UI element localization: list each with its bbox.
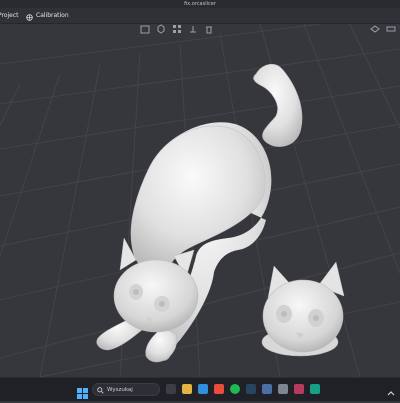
app-icon-1[interactable] <box>262 384 272 394</box>
windows-start-icon[interactable] <box>77 384 88 399</box>
calibration-icon <box>26 12 33 21</box>
orcaslicer-icon[interactable] <box>310 384 320 394</box>
search-icon <box>97 387 104 394</box>
steam-icon[interactable] <box>246 384 256 394</box>
file-explorer-icon[interactable] <box>182 384 192 394</box>
task-view-icon[interactable] <box>166 384 176 394</box>
cat-head-model[interactable] <box>261 261 345 357</box>
3d-viewport[interactable] <box>0 24 400 377</box>
spotify-icon[interactable] <box>230 384 240 394</box>
search-label: Wyszukaj <box>107 387 133 393</box>
menu-project-label: Project <box>0 12 19 19</box>
app-icon-3[interactable] <box>294 384 304 394</box>
chevron-up-icon[interactable] <box>386 384 396 396</box>
chrome-icon[interactable] <box>214 384 224 394</box>
app-icon-2[interactable] <box>278 384 288 394</box>
menu-project[interactable]: Project <box>0 8 19 23</box>
taskbar-search[interactable]: Wyszukaj <box>92 383 160 396</box>
edge-icon[interactable] <box>198 384 208 394</box>
window-title: fix.orcaslicer <box>0 0 400 8</box>
menu-calibration-label: Calibration <box>36 12 69 19</box>
build-plate-scene <box>0 24 400 377</box>
taskbar: Wyszukaj <box>0 377 400 401</box>
menu-calibration[interactable]: Calibration <box>26 8 69 23</box>
